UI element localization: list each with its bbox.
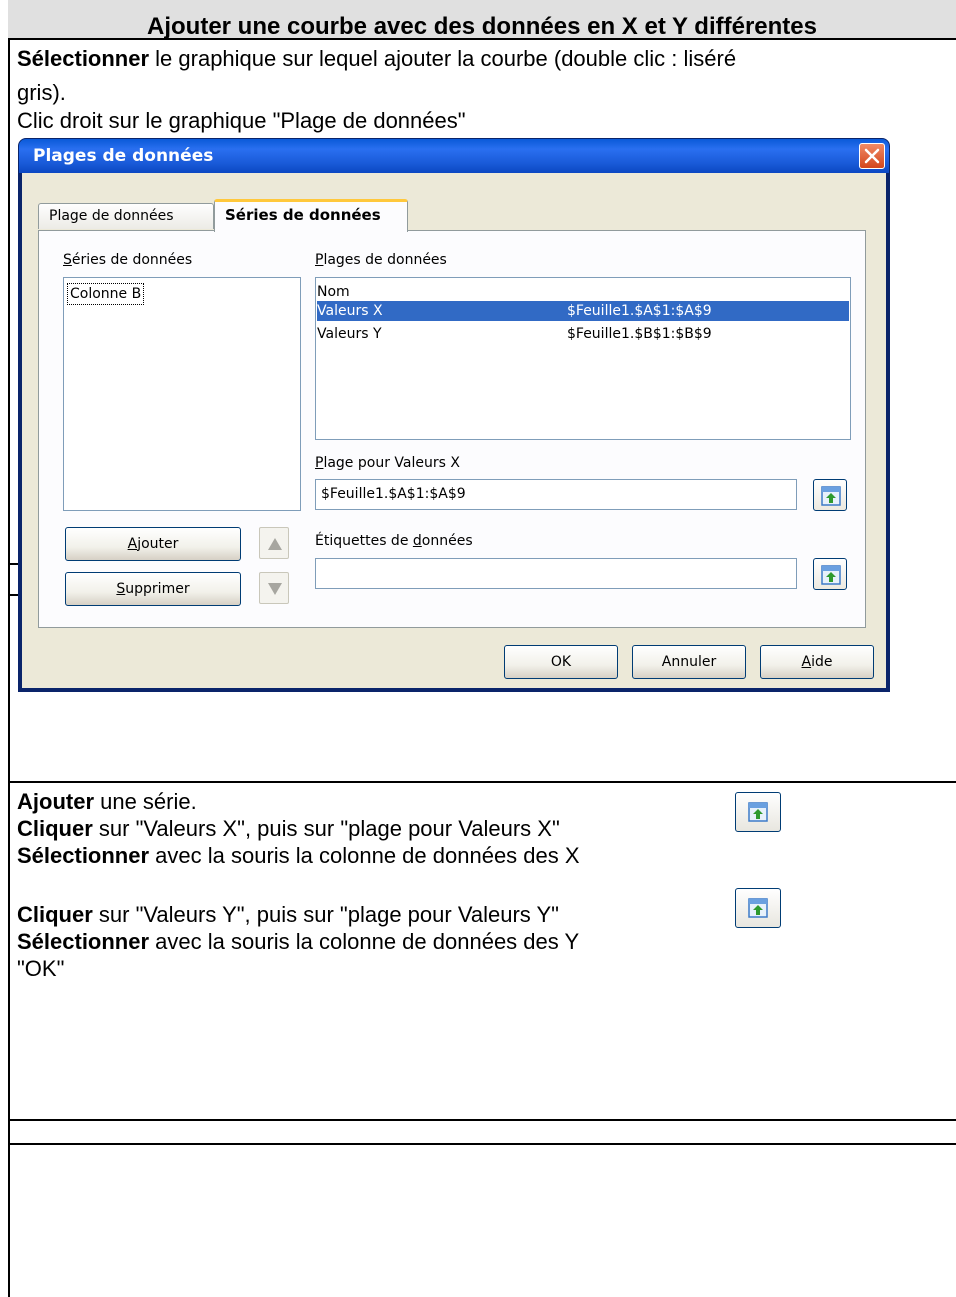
shrink-labels-button[interactable]: [813, 558, 847, 590]
step-text: avec la souris la colonne de données des…: [149, 929, 580, 954]
range-row-name[interactable]: Nom: [317, 282, 849, 302]
tab-panel: Séries de données Colonne B Plages de do…: [38, 230, 866, 628]
range-value: $Feuille1.$B$1:$B$9: [567, 326, 712, 342]
help-button-label: ide: [811, 654, 833, 670]
row-divider: [8, 781, 956, 783]
remove-button-mnemonic: S: [116, 581, 126, 597]
step-bold: Cliquer: [17, 902, 93, 927]
shrink-range-icon: [821, 486, 841, 506]
series-label-text: éries de données: [71, 252, 193, 268]
data-labels-label: Étiquettes de données: [315, 533, 473, 549]
left-border: [8, 0, 10, 1297]
page-title: Ajouter une courbe avec des données en X…: [147, 13, 817, 40]
close-icon: [864, 148, 880, 164]
remove-button[interactable]: Supprimer: [65, 572, 241, 606]
move-up-button[interactable]: [259, 527, 289, 559]
range-for-input[interactable]: $Feuille1.$A$1:$A$9: [315, 479, 797, 510]
shrink-range-example: [735, 888, 781, 928]
move-down-icon: [268, 583, 282, 595]
series-label: Séries de données: [63, 252, 192, 268]
step-click-x: Cliquer sur "Valeurs X", puis sur "plage…: [17, 816, 560, 841]
range-role: Nom: [317, 284, 350, 300]
shrink-range-example: [735, 792, 781, 832]
intro-bold: Sélectionner: [17, 46, 150, 71]
data-labels-input[interactable]: [315, 558, 797, 589]
shrink-range-button[interactable]: [813, 479, 847, 511]
dialog-body: Plage de données Séries de données Série…: [22, 173, 886, 688]
series-label-mnemonic: S: [63, 252, 72, 268]
add-button-mnemonic: A: [127, 536, 138, 552]
range-role: Valeurs X: [317, 303, 383, 319]
step-ok: "OK": [17, 956, 65, 981]
series-list[interactable]: Colonne B: [63, 277, 301, 511]
cancel-button[interactable]: Annuler: [632, 645, 746, 679]
step-text: sur "Valeurs X", puis sur "plage pour Va…: [92, 816, 560, 841]
ranges-label: Plages de données: [315, 252, 447, 268]
intro-line-1: Sélectionner le graphique sur lequel ajo…: [17, 46, 736, 71]
help-button-mnemonic: A: [801, 654, 812, 670]
row-divider: [8, 1143, 956, 1145]
intro-text: le graphique sur lequel ajouter la courb…: [149, 46, 737, 71]
row-divider: [8, 1119, 956, 1121]
shrink-range-icon: [821, 565, 841, 585]
ranges-label-text: lages de données: [323, 252, 447, 268]
step-bold: Cliquer: [17, 816, 93, 841]
step-bold: Sélectionner: [17, 929, 150, 954]
range-value: $Feuille1.$A$1:$A$9: [567, 303, 712, 319]
data-ranges-dialog: Plages de données Plage de données Série…: [18, 138, 890, 692]
move-down-button[interactable]: [259, 572, 289, 604]
data-labels-label-text-end: onnées: [421, 533, 473, 549]
step-add-series: Ajouter une série.: [17, 789, 197, 814]
step-bold: Sélectionner: [17, 843, 150, 868]
title-cell: Ajouter une courbe avec des données en X…: [8, 0, 956, 40]
step-select-y: Sélectionner avec la souris la colonne d…: [17, 929, 579, 954]
step-bold: Ajouter: [17, 789, 94, 814]
dialog-title: Plages de données: [33, 146, 214, 166]
ranges-list[interactable]: Nom Valeurs X $Feuille1.$A$1:$A$9 Valeur…: [315, 277, 851, 440]
ok-button[interactable]: OK: [504, 645, 618, 679]
tab-data-series[interactable]: Séries de données: [214, 199, 408, 232]
data-labels-label-text: Étiquettes de: [315, 533, 413, 549]
range-for-label: Plage pour Valeurs X: [315, 455, 460, 471]
shrink-range-icon: [748, 802, 768, 822]
close-button[interactable]: [859, 143, 885, 169]
remove-button-label: upprimer: [125, 581, 190, 597]
intro-line-3: Clic droit sur le graphique "Plage de do…: [17, 108, 466, 133]
tab-data-range[interactable]: Plage de données: [38, 203, 214, 229]
step-click-y: Cliquer sur "Valeurs Y", puis sur "plage…: [17, 902, 559, 927]
range-row-x-values[interactable]: Valeurs X $Feuille1.$A$1:$A$9: [317, 301, 849, 321]
range-role: Valeurs Y: [317, 326, 382, 342]
move-up-icon: [268, 538, 282, 550]
add-button[interactable]: Ajouter: [65, 527, 241, 561]
step-text: sur "Valeurs Y", puis sur "plage pour Va…: [92, 902, 559, 927]
step-text: une série.: [94, 789, 197, 814]
data-labels-label-mnemonic: d: [412, 533, 422, 549]
shrink-range-icon: [748, 898, 768, 918]
range-for-label-text: lage pour Valeurs X: [323, 455, 460, 471]
list-item-label: Colonne B: [70, 286, 142, 302]
dialog-titlebar[interactable]: Plages de données: [19, 139, 889, 173]
step-select-x: Sélectionner avec la souris la colonne d…: [17, 843, 580, 868]
help-button[interactable]: Aide: [760, 645, 874, 679]
add-button-label: jouter: [137, 536, 179, 552]
intro-line-2: gris).: [17, 80, 66, 105]
list-item[interactable]: Colonne B: [67, 283, 145, 305]
step-text: avec la souris la colonne de données des…: [149, 843, 580, 868]
range-row-y-values[interactable]: Valeurs Y $Feuille1.$B$1:$B$9: [317, 324, 849, 344]
